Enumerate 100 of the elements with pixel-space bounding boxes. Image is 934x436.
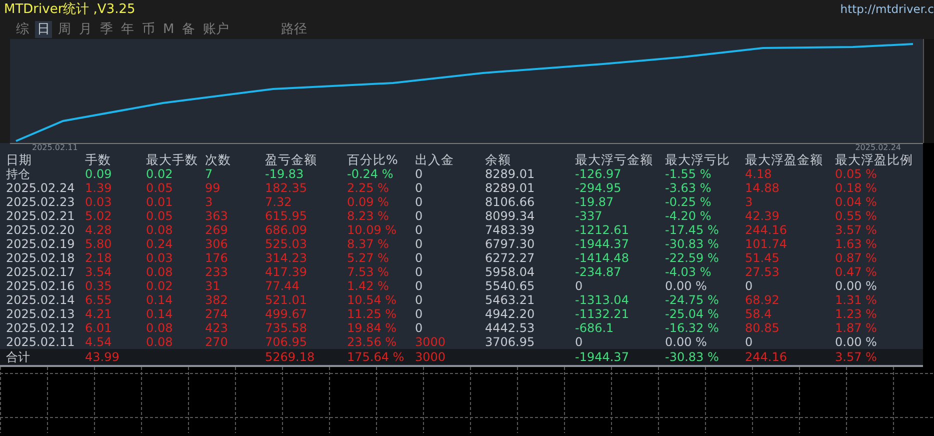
- table-cell: 0.55 %: [835, 209, 877, 223]
- table-cell: 80.85: [745, 321, 780, 335]
- table-cell: 27.53: [745, 265, 780, 279]
- tab[interactable]: 路径: [279, 21, 310, 38]
- table-cell: -0.24 %: [347, 167, 394, 181]
- table-cell: 4942.20: [485, 307, 535, 321]
- table-cell: 0.05 %: [835, 167, 877, 181]
- table-cell: 8.37 %: [347, 237, 389, 251]
- table-cell: 42.39: [745, 209, 780, 223]
- tab[interactable]: 年: [119, 21, 136, 38]
- table-cell: 182.35: [265, 181, 307, 195]
- table-cell: -1.55 %: [665, 167, 712, 181]
- table-cell: 706.95: [265, 335, 307, 349]
- table-cell: 0.14: [146, 293, 173, 307]
- table-cell: 686.09: [265, 223, 307, 237]
- table-cell: 382: [205, 293, 228, 307]
- table-cell: 8099.34: [485, 209, 535, 223]
- table-cell: 5269.18: [265, 350, 315, 364]
- table-cell: 1.42 %: [347, 279, 389, 293]
- tab[interactable]: M: [161, 21, 176, 38]
- table-cell: 11.25 %: [347, 307, 397, 321]
- table-cell: 0.87 %: [835, 251, 877, 265]
- table-cell: 0: [415, 279, 423, 293]
- table-cell: 8.23 %: [347, 209, 389, 223]
- table-cell: -19.83: [265, 167, 304, 181]
- table-cell: 31: [205, 279, 220, 293]
- url-text: http://mtdriver.c: [840, 1, 934, 18]
- table-cell: 423: [205, 321, 228, 335]
- row-label: 2025.02.13: [6, 307, 75, 321]
- table-cell: 0.02: [146, 279, 173, 293]
- table-cell: 5463.21: [485, 293, 535, 307]
- table-cell: 4.28: [85, 223, 112, 237]
- tab[interactable]: 币: [140, 21, 157, 38]
- table-cell: 525.03: [265, 237, 307, 251]
- tab[interactable]: 账户: [201, 21, 232, 38]
- column-header: 余额: [485, 152, 511, 167]
- table-cell: 0: [415, 307, 423, 321]
- table-cell: 43.99: [85, 350, 120, 364]
- table-cell: 1.31 %: [835, 293, 877, 307]
- table-cell: 51.45: [745, 251, 780, 265]
- table-cell: 99: [205, 181, 220, 195]
- table-cell: 270: [205, 335, 228, 349]
- column-header: 最大浮亏比: [665, 152, 730, 167]
- tab[interactable]: 备: [180, 21, 198, 38]
- table-cell: 101.74: [745, 237, 787, 251]
- table-cell: 3.54: [85, 265, 112, 279]
- table-cell: 19.84 %: [347, 321, 397, 335]
- table-cell: -16.32 %: [665, 321, 719, 335]
- table-cell: 5540.65: [485, 279, 535, 293]
- table-cell: 3: [745, 195, 753, 209]
- table-cell: 3706.95: [485, 335, 535, 349]
- table-cell: 0.00 %: [665, 335, 707, 349]
- column-header: 手数: [85, 152, 111, 167]
- table-cell: -3.63 %: [665, 181, 712, 195]
- table-cell: 417.39: [265, 265, 307, 279]
- table-cell: 10.54 %: [347, 293, 397, 307]
- table-cell: -234.87: [575, 265, 622, 279]
- column-header: 日期: [6, 152, 32, 167]
- column-header: 最大浮亏金额: [575, 152, 653, 167]
- table-cell: -337: [575, 209, 602, 223]
- row-label: 2025.02.19: [6, 237, 75, 251]
- table-cell: 615.95: [265, 209, 307, 223]
- table-cell: 2.25 %: [347, 181, 389, 195]
- table-cell: 314.23: [265, 251, 307, 265]
- tab[interactable]: 季: [98, 21, 115, 38]
- table-cell: 8289.01: [485, 181, 535, 195]
- table-cell: 0: [415, 223, 423, 237]
- table-cell: -1212.61: [575, 223, 629, 237]
- row-label: 合计: [6, 350, 30, 364]
- tab[interactable]: 综: [14, 21, 31, 38]
- table-cell: -25.04 %: [665, 307, 719, 321]
- tab[interactable]: 日: [35, 21, 52, 38]
- table-cell: 735.58: [265, 321, 307, 335]
- table-cell: 6272.27: [485, 251, 535, 265]
- table-cell: -0.25 %: [665, 195, 712, 209]
- table-cell: 0.00 %: [665, 279, 707, 293]
- table-cell: 0.04 %: [835, 195, 877, 209]
- table-cell: -30.83 %: [665, 350, 719, 364]
- table-cell: 10.09 %: [347, 223, 397, 237]
- table-cell: 0: [415, 265, 423, 279]
- row-label: 2025.02.14: [6, 293, 75, 307]
- table-cell: 306: [205, 237, 228, 251]
- table-cell: 175.64 %: [347, 350, 404, 364]
- table-cell: 0: [415, 293, 423, 307]
- table-cell: 269: [205, 223, 228, 237]
- table-cell: 7.53 %: [347, 265, 389, 279]
- table-cell: 176: [205, 251, 228, 265]
- table-cell: 244.16: [745, 223, 787, 237]
- table-cell: 0: [415, 237, 423, 251]
- table-cell: -1313.04: [575, 293, 629, 307]
- table-cell: 0.05: [146, 181, 173, 195]
- table-cell: -686.1: [575, 321, 614, 335]
- table-cell: 7483.39: [485, 223, 535, 237]
- row-label: 2025.02.11: [6, 335, 75, 349]
- table-cell: 0.00 %: [835, 279, 877, 293]
- table-cell: 5958.04: [485, 265, 535, 279]
- tab[interactable]: 周: [56, 21, 73, 38]
- column-header: 最大浮盈金额: [745, 152, 823, 167]
- table-cell: -30.83 %: [665, 237, 719, 251]
- tab[interactable]: 月: [77, 21, 94, 38]
